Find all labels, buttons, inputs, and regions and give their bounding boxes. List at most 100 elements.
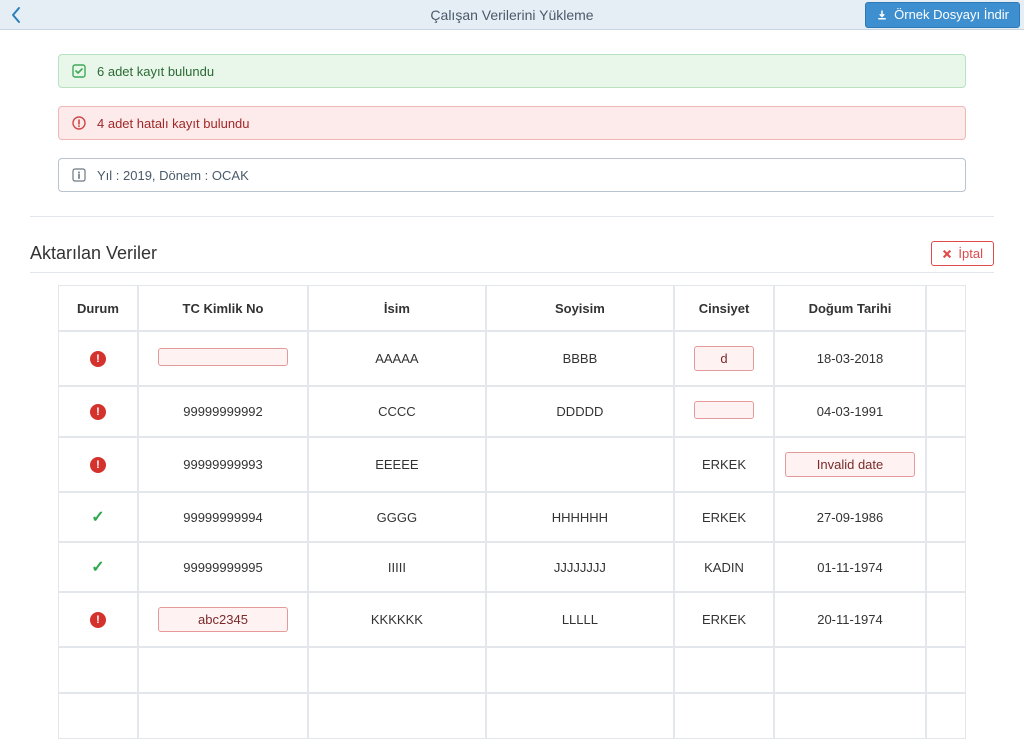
check-square-icon [71,63,87,79]
invalid-value [694,401,754,419]
col-dob: Doğum Tarihi [774,285,926,331]
col-gender: Cinsiyet [674,285,774,331]
table-cell: ERKEK [674,592,774,647]
actions-cell [926,437,966,492]
table-cell [674,386,774,437]
error-icon: ! [90,351,106,367]
empty-cell [674,693,774,739]
col-status: Durum [58,285,138,331]
empty-cell [674,647,774,693]
alert-error-text: 4 adet hatalı kayıt bulundu [97,116,250,131]
table-cell: 99999999993 [138,437,308,492]
table-cell: LLLLL [486,592,674,647]
empty-cell [926,693,966,739]
table-cell: KKKKKK [308,592,486,647]
table-row: ✓ 99999999994GGGGHHHHHHERKEK27-09-1986 [58,492,966,542]
table-cell: DDDDD [486,386,674,437]
top-bar: Çalışan Verilerini Yükleme Örnek Dosyayı… [0,0,1024,30]
check-icon: ✓ [91,559,104,576]
alert-info: Yıl : 2019, Dönem : OCAK [58,158,966,192]
table-cell: ERKEK [674,437,774,492]
actions-cell [926,542,966,592]
status-cell: ! [58,386,138,437]
download-icon [876,9,888,21]
actions-cell [926,492,966,542]
table-row: !99999999993EEEEE ERKEK Invalid date [58,437,966,492]
table-cell: ERKEK [674,492,774,542]
section-title: Aktarılan Veriler [30,243,157,264]
empty-cell [486,647,674,693]
table-row: ! abc2345 KKKKKKLLLLLERKEK20-11-1974 [58,592,966,647]
alert-success-text: 6 adet kayıt bulundu [97,64,214,79]
alert-info-text: Yıl : 2019, Dönem : OCAK [97,168,249,183]
status-cell: ! [58,331,138,386]
status-cell: ! [58,592,138,647]
table-cell: GGGG [308,492,486,542]
table-cell: 99999999994 [138,492,308,542]
table-cell: KADIN [674,542,774,592]
invalid-value: Invalid date [785,452,915,477]
invalid-value [158,348,288,366]
cancel-button[interactable]: İptal [931,241,994,266]
table-cell: 01-11-1974 [774,542,926,592]
col-actions [926,285,966,331]
table-row-empty [58,693,966,739]
empty-cell [308,647,486,693]
table-cell [486,437,674,492]
table-cell: HHHHHH [486,492,674,542]
col-surname: Soyisim [486,285,674,331]
alert-stack: 6 adet kayıt bulundu 4 adet hatalı kayıt… [30,54,994,192]
table-cell: 18-03-2018 [774,331,926,386]
chevron-left-icon [10,6,22,24]
table-cell: d [674,331,774,386]
status-cell: ✓ [58,542,138,592]
empty-cell [138,647,308,693]
section-header: Aktarılan Veriler İptal [30,216,994,266]
invalid-value: abc2345 [158,607,288,632]
alert-circle-icon [71,115,87,131]
table-row: !99999999992CCCCDDDDD04-03-1991 [58,386,966,437]
empty-cell [58,647,138,693]
empty-cell [774,693,926,739]
empty-cell [58,693,138,739]
table-cell: JJJJJJJJ [486,542,674,592]
actions-cell [926,331,966,386]
table-cell: 04-03-1991 [774,386,926,437]
check-icon: ✓ [91,509,104,526]
table-cell: 27-09-1986 [774,492,926,542]
table-cell [138,331,308,386]
page-body: 6 adet kayıt bulundu 4 adet hatalı kayıt… [0,30,1024,739]
actions-cell [926,386,966,437]
info-square-icon [71,167,87,183]
status-cell: ! [58,437,138,492]
back-button[interactable] [0,0,32,30]
empty-cell [774,647,926,693]
col-tckn: TC Kimlik No [138,285,308,331]
empty-cell [926,647,966,693]
table-cell: 20-11-1974 [774,592,926,647]
alert-error: 4 adet hatalı kayıt bulundu [58,106,966,140]
table-cell: AAAAA [308,331,486,386]
empty-cell [308,693,486,739]
table-header-row: Durum TC Kimlik No İsim Soyisim Cinsiyet… [58,285,966,331]
table-cell: IIIII [308,542,486,592]
empty-cell [486,693,674,739]
download-sample-button[interactable]: Örnek Dosyayı İndir [865,2,1020,28]
table-cell: EEEEE [308,437,486,492]
download-sample-label: Örnek Dosyayı İndir [894,7,1009,22]
error-icon: ! [90,612,106,628]
close-icon [942,249,952,259]
error-icon: ! [90,404,106,420]
data-table: Durum TC Kimlik No İsim Soyisim Cinsiyet… [58,285,966,739]
alert-success: 6 adet kayıt bulundu [58,54,966,88]
table-row-empty [58,647,966,693]
invalid-value: d [694,346,754,371]
table-cell: abc2345 [138,592,308,647]
empty-cell [138,693,308,739]
table-row: !AAAAABBBBd18-03-2018 [58,331,966,386]
cancel-label: İptal [958,246,983,261]
status-cell: ✓ [58,492,138,542]
table-cell: 99999999995 [138,542,308,592]
table-row: ✓ 99999999995IIIIIJJJJJJJJKADIN01-11-1974 [58,542,966,592]
table-cell: 99999999992 [138,386,308,437]
